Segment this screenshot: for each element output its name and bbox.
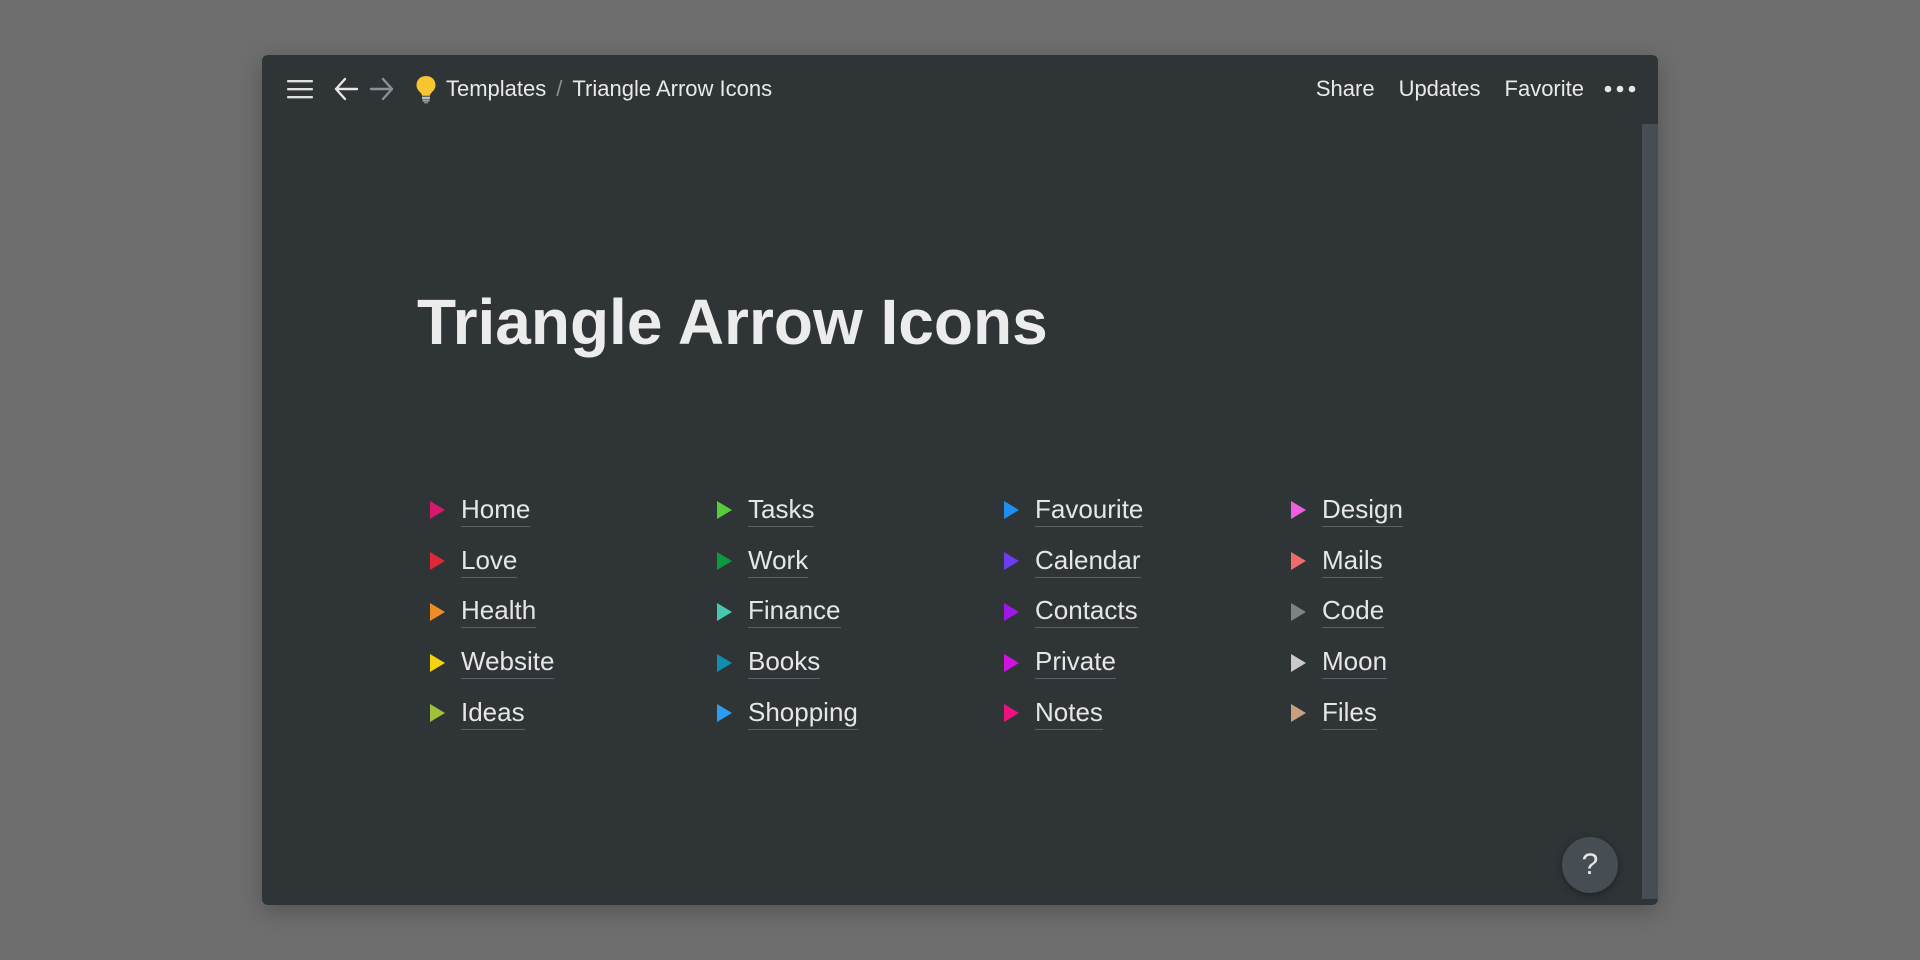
link-label[interactable]: Code — [1322, 595, 1385, 629]
triangle-arrow-icon — [717, 602, 732, 621]
link-health[interactable]: Health — [430, 587, 717, 638]
link-design[interactable]: Design — [1291, 485, 1578, 536]
triangle-arrow-icon — [430, 653, 445, 672]
link-mails[interactable]: Mails — [1291, 536, 1578, 587]
triangle-arrow-icon — [1004, 552, 1019, 571]
link-calendar[interactable]: Calendar — [1004, 536, 1291, 587]
link-label[interactable]: Files — [1322, 697, 1377, 730]
triangle-arrow-icon — [1291, 501, 1306, 520]
triangle-arrow-icon — [430, 501, 445, 520]
link-label[interactable]: Notes — [1035, 697, 1103, 730]
link-moon[interactable]: Moon — [1291, 637, 1578, 688]
triangle-arrow-icon — [1291, 653, 1306, 672]
triangle-arrow-icon — [717, 653, 732, 672]
link-contacts[interactable]: Contacts — [1004, 587, 1291, 638]
triangle-arrow-icon — [430, 704, 445, 723]
link-label[interactable]: Private — [1035, 646, 1116, 680]
link-label[interactable]: Health — [461, 595, 537, 629]
link-label[interactable]: Moon — [1322, 646, 1388, 680]
arrow-left-icon[interactable] — [332, 75, 360, 103]
link-home[interactable]: Home — [430, 485, 717, 536]
link-label[interactable]: Ideas — [461, 697, 525, 730]
scrollbar-thumb[interactable] — [1642, 124, 1658, 899]
triangle-arrow-icon — [717, 501, 732, 520]
triangle-arrow-icon — [1004, 501, 1019, 520]
link-files[interactable]: Files — [1291, 688, 1578, 739]
link-label[interactable]: Favourite — [1035, 494, 1144, 527]
link-private[interactable]: Private — [1004, 637, 1291, 688]
triangle-arrow-icon — [1291, 704, 1306, 723]
link-ideas[interactable]: Ideas — [430, 688, 717, 739]
link-work[interactable]: Work — [717, 536, 1004, 587]
triangle-arrow-icon — [717, 704, 732, 723]
lightbulb-icon — [412, 73, 440, 105]
triangle-arrow-icon — [1004, 704, 1019, 723]
hamburger-menu-icon[interactable] — [284, 73, 316, 105]
page-title: Triangle Arrow Icons — [417, 286, 1048, 358]
help-button[interactable]: ? — [1562, 837, 1618, 893]
link-website[interactable]: Website — [430, 637, 717, 688]
link-grid: Home Tasks Favourite Design Love Work Calendar… — [430, 485, 1578, 739]
link-label[interactable]: Home — [461, 494, 531, 527]
link-love[interactable]: Love — [430, 536, 717, 587]
arrow-right-icon[interactable] — [368, 75, 396, 103]
triangle-arrow-icon — [1004, 602, 1019, 621]
link-label[interactable]: Finance — [748, 595, 841, 629]
share-button[interactable]: Share — [1304, 72, 1387, 106]
link-shopping[interactable]: Shopping — [717, 688, 1004, 739]
link-finance[interactable]: Finance — [717, 587, 1004, 638]
ellipsis-icon[interactable] — [1602, 74, 1638, 104]
breadcrumb-separator: / — [556, 76, 563, 101]
link-books[interactable]: Books — [717, 637, 1004, 688]
triangle-arrow-icon — [430, 552, 445, 571]
link-label[interactable]: Work — [748, 545, 809, 578]
top-bar: Templates / Triangle Arrow Icons Share U… — [262, 55, 1658, 123]
triangle-arrow-icon — [1004, 653, 1019, 672]
link-label[interactable]: Love — [461, 545, 518, 578]
link-code[interactable]: Code — [1291, 587, 1578, 638]
app-window: Templates / Triangle Arrow Icons Share U… — [262, 55, 1658, 905]
triangle-arrow-icon — [717, 552, 732, 571]
link-label[interactable]: Mails — [1322, 545, 1383, 578]
link-label[interactable]: Website — [461, 646, 555, 680]
triangle-arrow-icon — [430, 602, 445, 621]
link-label[interactable]: Tasks — [748, 494, 815, 527]
link-notes[interactable]: Notes — [1004, 688, 1291, 739]
updates-button[interactable]: Updates — [1387, 72, 1493, 106]
page-content: Triangle Arrow Icons Home Tasks Favourite D… — [417, 285, 1567, 730]
link-label[interactable]: Books — [748, 646, 821, 680]
favorite-button[interactable]: Favorite — [1493, 72, 1596, 106]
triangle-arrow-icon — [1291, 602, 1306, 621]
link-label[interactable]: Design — [1322, 494, 1403, 527]
link-label[interactable]: Shopping — [748, 697, 858, 730]
breadcrumb-current-page[interactable]: Triangle Arrow Icons — [566, 72, 778, 106]
link-label[interactable]: Contacts — [1035, 595, 1138, 629]
link-favourite[interactable]: Favourite — [1004, 485, 1291, 536]
triangle-arrow-icon — [1291, 552, 1306, 571]
link-label[interactable]: Calendar — [1035, 545, 1141, 578]
link-tasks[interactable]: Tasks — [717, 485, 1004, 536]
breadcrumb-templates[interactable]: Templates — [440, 72, 552, 106]
